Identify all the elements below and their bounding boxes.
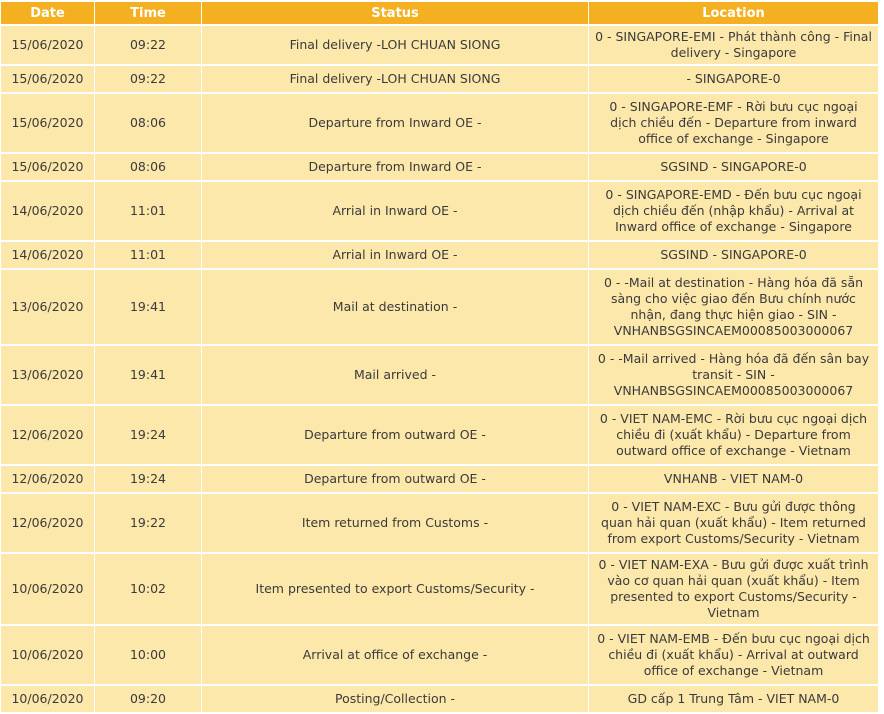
column-header-location: Location <box>589 2 878 24</box>
status-cell: Departure from outward OE - <box>202 466 588 492</box>
time-cell: 10:00 <box>95 626 201 684</box>
column-header-date: Date <box>1 2 94 24</box>
status-cell: Item presented to export Customs/Securit… <box>202 554 588 624</box>
time-cell: 08:06 <box>95 94 201 152</box>
date-cell: 13/06/2020 <box>1 346 94 404</box>
date-cell: 10/06/2020 <box>1 686 94 712</box>
date-cell: 15/06/2020 <box>1 66 94 92</box>
location-cell: 0 - -Mail at destination - Hàng hóa đã s… <box>589 270 878 344</box>
location-cell: GD cấp 1 Trung Tâm - VIET NAM-0 <box>589 686 878 712</box>
date-cell: 14/06/2020 <box>1 182 94 240</box>
status-cell: Final delivery -LOH CHUAN SIONG <box>202 26 588 64</box>
table-row: 12/06/2020 19:24 Departure from outward OE… <box>1 466 878 492</box>
column-header-status: Status <box>202 2 588 24</box>
table-header-row: Date Time Status Location <box>1 2 878 24</box>
table-row: 15/06/2020 09:22 Final delivery -LOH CHUAN… <box>1 66 878 92</box>
table-row: 14/06/2020 11:01 Arrial in Inward OE - SGSI… <box>1 242 878 268</box>
column-header-time: Time <box>95 2 201 24</box>
date-cell: 14/06/2020 <box>1 242 94 268</box>
status-cell: Mail at destination - <box>202 270 588 344</box>
status-cell: Final delivery -LOH CHUAN SIONG <box>202 66 588 92</box>
table-row: 10/06/2020 10:00 Arrival at office of exch… <box>1 626 878 684</box>
date-cell: 10/06/2020 <box>1 554 94 624</box>
date-cell: 15/06/2020 <box>1 94 94 152</box>
table-row: 10/06/2020 09:20 Posting/Collection - GD cấ… <box>1 686 878 712</box>
time-cell: 19:22 <box>95 494 201 552</box>
table-row: 12/06/2020 19:24 Departure from outward OE… <box>1 406 878 464</box>
date-cell: 10/06/2020 <box>1 626 94 684</box>
tracking-table: Date Time Status Location 15/06/2020 09:2… <box>0 0 879 714</box>
date-cell: 13/06/2020 <box>1 270 94 344</box>
tracking-table-container: Date Time Status Location 15/06/2020 09:2… <box>0 0 878 714</box>
location-cell: 0 - -Mail arrived - Hàng hóa đã đến sân … <box>589 346 878 404</box>
table-row: 12/06/2020 19:22 Item returned from Custom… <box>1 494 878 552</box>
time-cell: 19:24 <box>95 406 201 464</box>
table-row: 15/06/2020 08:06 Departure from Inward OE … <box>1 154 878 180</box>
time-cell: 11:01 <box>95 182 201 240</box>
time-cell: 09:22 <box>95 26 201 64</box>
table-row: 14/06/2020 11:01 Arrial in Inward OE -0 - … <box>1 182 878 240</box>
table-body: 15/06/2020 09:22 Final delivery -LOH CHUAN… <box>1 26 878 712</box>
status-cell: Item returned from Customs - <box>202 494 588 552</box>
table-row: 13/06/2020 19:41 Mail at destination -0 - … <box>1 270 878 344</box>
date-cell: 12/06/2020 <box>1 406 94 464</box>
status-cell: Departure from Inward OE - <box>202 94 588 152</box>
location-cell: SGSIND - SINGAPORE-0 <box>589 242 878 268</box>
location-cell: 0 - VIET NAM-EMC - Rời bưu cục ngoại dịc… <box>589 406 878 464</box>
location-cell: 0 - SINGAPORE-EMI - Phát thành công - Fi… <box>589 26 878 64</box>
status-cell: Departure from outward OE - <box>202 406 588 464</box>
status-cell: Arrival at office of exchange - <box>202 626 588 684</box>
status-cell: Departure from Inward OE - <box>202 154 588 180</box>
time-cell: 11:01 <box>95 242 201 268</box>
time-cell: 19:41 <box>95 270 201 344</box>
location-cell: 0 - VIET NAM-EMB - Đến bưu cục ngoại dịc… <box>589 626 878 684</box>
time-cell: 09:22 <box>95 66 201 92</box>
table-row: 13/06/2020 19:41 Mail arrived -0 - -Mail a… <box>1 346 878 404</box>
location-cell: SGSIND - SINGAPORE-0 <box>589 154 878 180</box>
date-cell: 15/06/2020 <box>1 26 94 64</box>
time-cell: 19:24 <box>95 466 201 492</box>
date-cell: 12/06/2020 <box>1 494 94 552</box>
time-cell: 10:02 <box>95 554 201 624</box>
date-cell: 15/06/2020 <box>1 154 94 180</box>
table-row: 10/06/2020 10:02 Item presented to export … <box>1 554 878 624</box>
location-cell: 0 - VIET NAM-EXC - Bưu gửi được thông qu… <box>589 494 878 552</box>
status-cell: Arrial in Inward OE - <box>202 182 588 240</box>
location-cell: VNHANB - VIET NAM-0 <box>589 466 878 492</box>
location-cell: 0 - SINGAPORE-EMD - Đến bưu cục ngoại dị… <box>589 182 878 240</box>
location-cell: - SINGAPORE-0 <box>589 66 878 92</box>
time-cell: 08:06 <box>95 154 201 180</box>
location-cell: 0 - SINGAPORE-EMF - Rời bưu cục ngoại dị… <box>589 94 878 152</box>
table-row: 15/06/2020 08:06 Departure from Inward OE … <box>1 94 878 152</box>
date-cell: 12/06/2020 <box>1 466 94 492</box>
time-cell: 19:41 <box>95 346 201 404</box>
table-row: 15/06/2020 09:22 Final delivery -LOH CHUAN… <box>1 26 878 64</box>
status-cell: Arrial in Inward OE - <box>202 242 588 268</box>
status-cell: Posting/Collection - <box>202 686 588 712</box>
location-cell: 0 - VIET NAM-EXA - Bưu gửi được xuất trì… <box>589 554 878 624</box>
time-cell: 09:20 <box>95 686 201 712</box>
status-cell: Mail arrived - <box>202 346 588 404</box>
